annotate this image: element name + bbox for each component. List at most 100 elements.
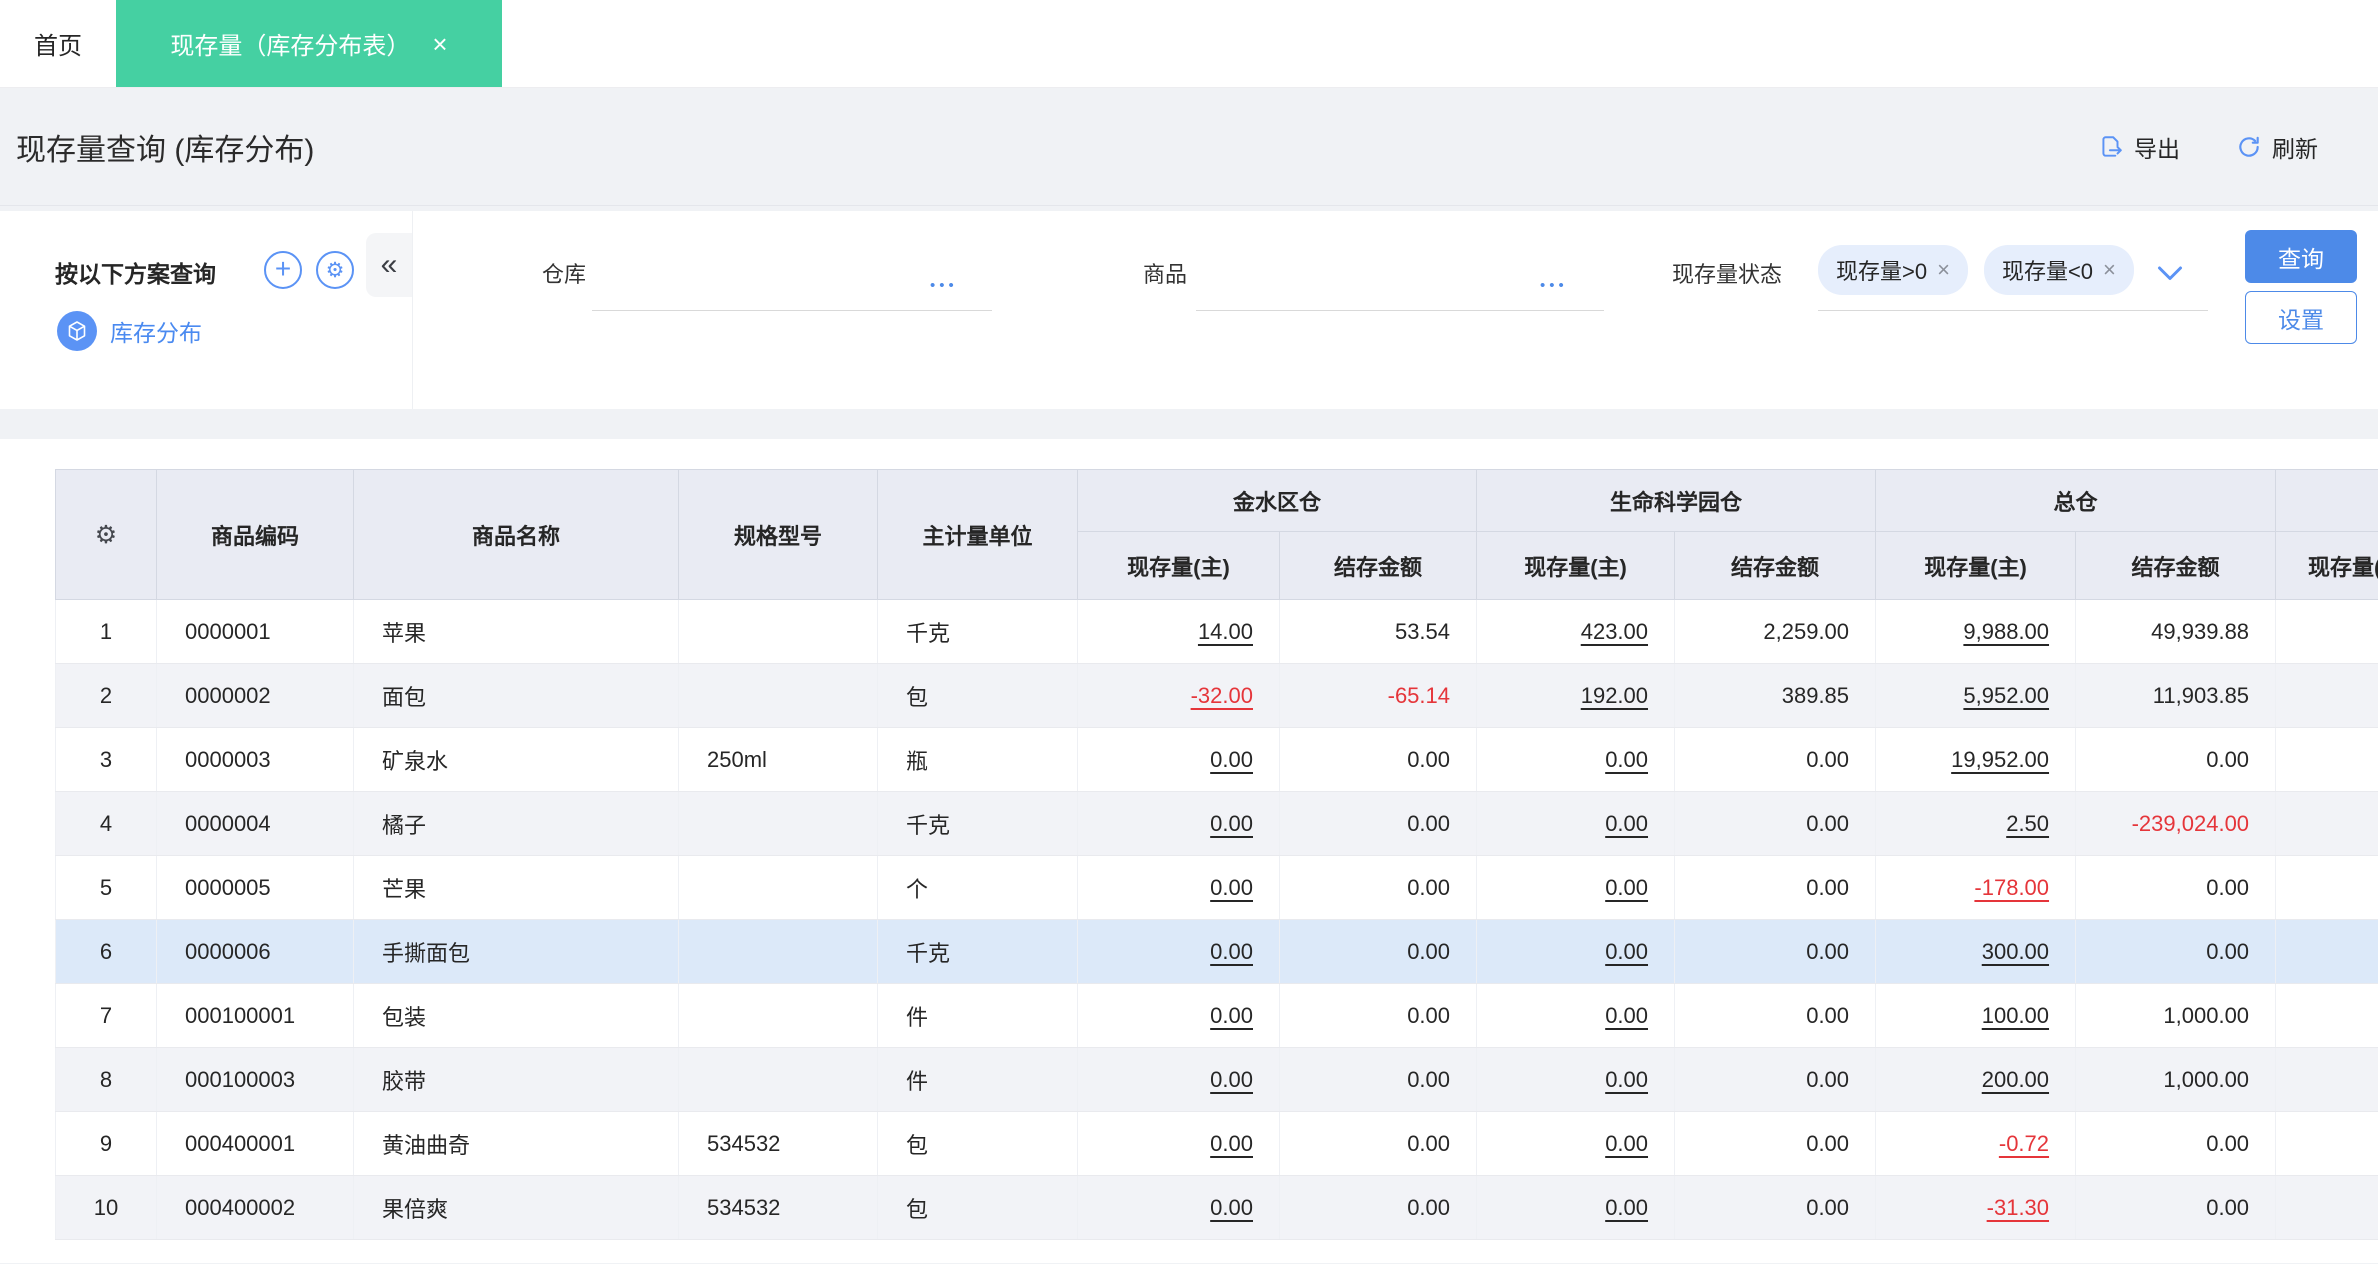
qty-link[interactable]: 0.00 [1210,1131,1253,1156]
qty-link[interactable]: 0.00 [1605,811,1648,836]
qty-link[interactable]: 0.00 [1210,747,1253,772]
table-row[interactable]: 2 0000002 面包 包 -32.00 -65.14 192.00 389.85 5,952… [55,663,2378,728]
qty-link[interactable]: 0.00 [1210,1003,1253,1028]
sub-header-qty[interactable]: 现存量(主) [1077,531,1280,600]
warehouse-input[interactable] [592,310,992,311]
tag-close-icon[interactable]: × [2103,257,2116,283]
table-row[interactable]: 10 000400002 果倍爽 534532 包 0.00 0.00 0.00 0.00 -31… [55,1175,2378,1240]
cell-amount: 389.85 [1674,663,1877,728]
table-row[interactable]: 3 0000003 矿泉水 250ml 瓶 0.00 0.00 0.00 0.00 19,952.… [55,727,2378,792]
filter-panel: 按以下方案查询 + ⚙ « 库存分布 仓库 ••• 商品 ••• 现存量状态 现… [0,211,2378,409]
qty-link[interactable]: 0.00 [1605,1067,1648,1092]
cell-amount: 53.54 [1279,599,1478,664]
cell-unit: 瓶 [877,727,1078,792]
qty-link[interactable]: 300.00 [1982,939,2049,964]
qty-link[interactable]: 0.00 [1210,1067,1253,1092]
cell-spec: 534532 [678,1175,878,1240]
tag-close-icon[interactable]: × [1937,257,1950,283]
qty-link[interactable]: 0.00 [1605,875,1648,900]
table-body: 1 0000001 苹果 千克 14.00 53.54 423.00 2,259.00 9,98… [55,599,2378,1240]
export-icon [2098,134,2124,160]
col-header-spec[interactable]: 规格型号 [678,469,878,600]
qty-link[interactable]: 2.50 [2006,811,2049,836]
row-index: 6 [55,919,157,984]
chevron-down-icon[interactable] [2152,259,2188,294]
qty-link[interactable]: 0.00 [1605,939,1648,964]
cell-amount: 0.00 [1674,855,1877,920]
settings-button[interactable]: 设置 [2245,291,2357,344]
col-header-unit[interactable]: 主计量单位 [877,469,1078,600]
cell-spec [678,791,878,856]
tab-home[interactable]: 首页 [0,0,116,87]
scheme-item-inventory-distribution[interactable]: 库存分布 [57,311,202,351]
add-scheme-button[interactable]: + [264,251,302,289]
cell-name: 手撕面包 [353,919,679,984]
qty-link[interactable]: 0.00 [1210,875,1253,900]
scheme-settings-button[interactable]: ⚙ [316,251,354,289]
qty-link[interactable]: -0.72 [1999,1131,2049,1156]
qty-link[interactable]: 0.00 [1605,1131,1648,1156]
sub-header-qty[interactable]: 现存量(主) [1476,531,1676,600]
cell-amount: 0.00 [2075,1175,2277,1240]
qty-link[interactable]: 0.00 [1605,1003,1648,1028]
product-picker-dots-icon[interactable]: ••• [1540,277,1568,294]
col-header-code[interactable]: 商品编码 [156,469,354,600]
tab-active[interactable]: 现存量（库存分布表） × [116,0,502,87]
status-tag[interactable]: 现存量>0 × [1818,245,1968,295]
cell-qty: 0.00 [1077,1175,1280,1240]
qty-link[interactable]: 0.00 [1605,1195,1648,1220]
table-row[interactable]: 6 0000006 手撕面包 千克 0.00 0.00 0.00 0.00 300.00 0.00 [55,919,2378,984]
group-header-life-science: 生命科学园仓 [1476,469,1877,532]
refresh-label: 刷新 [2272,135,2318,162]
qty-link[interactable]: -32.00 [1191,683,1253,708]
table-row[interactable]: 9 000400001 黄油曲奇 534532 包 0.00 0.00 0.00 0.00 -0.… [55,1111,2378,1176]
table-row[interactable]: 1 0000001 苹果 千克 14.00 53.54 423.00 2,259.00 9,98… [55,599,2378,664]
qty-link[interactable]: 9,988.00 [1963,619,2049,644]
cell-amount: 0.00 [1674,1047,1877,1112]
qty-link[interactable]: -178.00 [1974,875,2049,900]
sub-header-amount[interactable]: 结存金额 [1674,531,1877,600]
qty-link[interactable]: 0.00 [1210,811,1253,836]
close-icon[interactable]: × [432,31,447,57]
product-input[interactable] [1196,310,1604,311]
cell-partial [2275,1047,2378,1112]
scheme-panel-title: 按以下方案查询 [55,261,216,287]
table-row[interactable]: 7 000100001 包装 件 0.00 0.00 0.00 0.00 100.00 1,000… [55,983,2378,1048]
export-button[interactable]: 导出 [2098,130,2180,164]
qty-link[interactable]: 423.00 [1581,619,1648,644]
table-row[interactable]: 5 0000005 芒果 个 0.00 0.00 0.00 0.00 -178.00 0.00 [55,855,2378,920]
qty-link[interactable]: 0.00 [1210,939,1253,964]
table-row[interactable]: 8 000100003 胶带 件 0.00 0.00 0.00 0.00 200.00 1,000… [55,1047,2378,1112]
sub-header-qty[interactable]: 现存量(主) [1875,531,2077,600]
qty-link[interactable]: 192.00 [1581,683,1648,708]
cell-name: 胶带 [353,1047,679,1112]
stock-status-input[interactable] [1818,310,2208,311]
tab-home-label: 首页 [34,33,82,60]
col-header-name[interactable]: 商品名称 [353,469,679,600]
qty-link[interactable]: 14.00 [1198,619,1253,644]
sub-header-amount[interactable]: 结存金额 [2075,531,2277,600]
qty-link[interactable]: 19,952.00 [1951,747,2049,772]
qty-link[interactable]: 0.00 [1605,747,1648,772]
qty-link[interactable]: -31.30 [1987,1195,2049,1220]
sub-header-amount[interactable]: 结存金额 [1278,531,1478,600]
status-tag[interactable]: 现存量<0 × [1983,245,2134,295]
cell-amount: -239,024.00 [2075,791,2277,856]
cell-amount: 1,000.00 [2075,983,2277,1048]
qty-link[interactable]: 0.00 [1210,1195,1253,1220]
qty-link[interactable]: 100.00 [1982,1003,2049,1028]
cell-amount: 0.00 [1674,1175,1877,1240]
column-settings-gear-icon[interactable]: ⚙ [55,469,157,600]
row-index: 3 [55,727,157,792]
table-row[interactable]: 4 0000004 橘子 千克 0.00 0.00 0.00 0.00 2.50 -239,024… [55,791,2378,856]
qty-link[interactable]: 5,952.00 [1963,683,2049,708]
refresh-button[interactable]: 刷新 [2236,130,2318,164]
amount-value: 0.00 [2206,1194,2250,1220]
amount-value: 0.00 [2206,1130,2250,1156]
qty-link[interactable]: 200.00 [1982,1067,2049,1092]
collapse-panel-button[interactable]: « [366,233,412,297]
query-button[interactable]: 查询 [2245,230,2357,283]
cell-qty: 423.00 [1476,599,1676,664]
warehouse-picker-dots-icon[interactable]: ••• [930,277,958,294]
cell-qty: 5,952.00 [1875,663,2077,728]
